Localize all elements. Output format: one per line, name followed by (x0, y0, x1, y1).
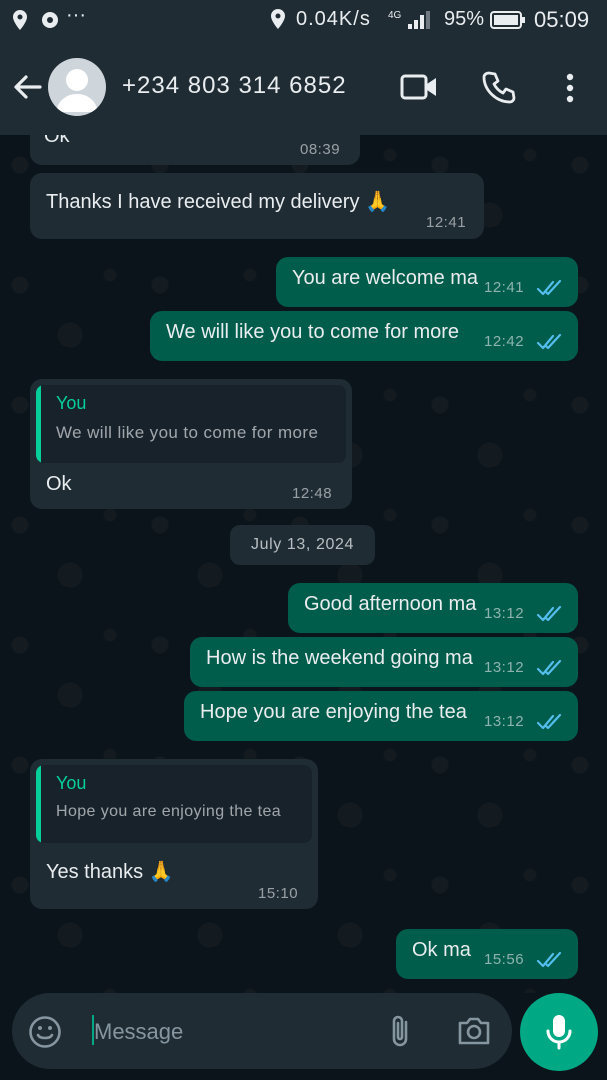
read-ticks-icon (536, 279, 562, 296)
message-outgoing[interactable]: You are welcome ma 12:41 (276, 257, 578, 307)
read-ticks-icon (536, 713, 562, 730)
message-time: 13:12 (484, 713, 525, 730)
chat-area[interactable]: Ok 08:39 Thanks I have received my deliv… (0, 135, 607, 993)
message-incoming-reply[interactable]: You Hope you are enjoying the tea Yes th… (30, 759, 318, 909)
quoted-message[interactable]: You Hope you are enjoying the tea (36, 765, 312, 843)
message-time: 15:10 (258, 885, 299, 902)
quote-bar (36, 765, 41, 843)
quote-bar (36, 385, 41, 463)
message-text: Ok (46, 473, 72, 495)
status-bar: ··· 0.04K/s 4G 95% 05:09 (0, 0, 607, 40)
network-type: 4G (388, 10, 402, 21)
message-time: 08:39 (300, 141, 341, 158)
location-icon (12, 9, 28, 31)
read-ticks-icon (536, 951, 562, 968)
more-vert-icon[interactable] (563, 72, 577, 109)
message-time: 12:41 (484, 279, 525, 296)
message-text: Yes thanks 🙏 (46, 861, 174, 883)
emoji-icon[interactable] (28, 1015, 62, 1054)
read-ticks-icon (536, 659, 562, 676)
quoted-message[interactable]: You We will like you to come for more (36, 385, 346, 463)
message-time: 12:41 (426, 214, 467, 231)
quote-author: You (56, 393, 87, 413)
video-call-icon[interactable] (400, 72, 438, 107)
avatar[interactable] (48, 58, 106, 116)
mic-button[interactable] (520, 993, 598, 1071)
message-text: We will like you to come for more (166, 321, 460, 343)
contact-name[interactable]: +234 803 314 6852 (122, 72, 347, 100)
chat-header: +234 803 314 6852 (0, 40, 607, 135)
quote-text: Hope you are enjoying the tea (56, 803, 282, 820)
message-input[interactable] (92, 1015, 376, 1049)
phone-icon[interactable] (482, 70, 516, 109)
read-ticks-icon (536, 333, 562, 350)
message-incoming[interactable]: Ok 08:39 (30, 135, 360, 165)
camera-icon[interactable] (456, 1015, 492, 1052)
message-text: Ok (44, 135, 70, 147)
chat-notification-icon (40, 10, 60, 30)
quote-author: You (56, 773, 87, 793)
message-text: Thanks I have received my delivery 🙏 (46, 191, 390, 213)
read-ticks-icon (536, 605, 562, 622)
message-outgoing[interactable]: We will like you to come for more 12:42 (150, 311, 578, 361)
message-text: How is the weekend going ma (206, 647, 473, 669)
message-outgoing[interactable]: Hope you are enjoying the tea 13:12 (184, 691, 578, 741)
quote-text: We will like you to come for more (56, 423, 319, 442)
battery-percent: 95% (444, 8, 485, 30)
message-incoming-reply[interactable]: You We will like you to come for more Ok… (30, 379, 352, 509)
message-incoming[interactable]: Thanks I have received my delivery 🙏 12:… (30, 173, 484, 239)
message-text: Ok ma (412, 939, 471, 961)
composer (0, 993, 607, 1080)
message-text: You are welcome ma (292, 267, 479, 289)
message-text: Hope you are enjoying the tea (200, 701, 467, 723)
battery-icon (490, 11, 526, 29)
message-text: Good afternoon ma (304, 593, 477, 615)
message-time: 15:56 (484, 951, 525, 968)
message-time: 12:42 (484, 333, 525, 350)
message-outgoing[interactable]: How is the weekend going ma 13:12 (190, 637, 578, 687)
signal-icon (407, 10, 431, 30)
message-input-box[interactable] (12, 993, 512, 1069)
message-time: 13:12 (484, 659, 525, 676)
back-arrow-icon[interactable] (10, 70, 44, 109)
net-speed: 0.04K/s (296, 8, 371, 30)
attach-icon[interactable] (388, 1013, 414, 1054)
message-time: 12:48 (292, 485, 333, 502)
more-notifications: ··· (66, 4, 86, 26)
mic-icon (546, 1015, 572, 1050)
message-time: 13:12 (484, 605, 525, 622)
message-outgoing[interactable]: Ok ma 15:56 (396, 929, 578, 979)
location-icon-right (270, 8, 286, 30)
clock: 05:09 (534, 7, 590, 32)
message-outgoing[interactable]: Good afternoon ma 13:12 (288, 583, 578, 633)
date-separator: July 13, 2024 (230, 525, 375, 565)
